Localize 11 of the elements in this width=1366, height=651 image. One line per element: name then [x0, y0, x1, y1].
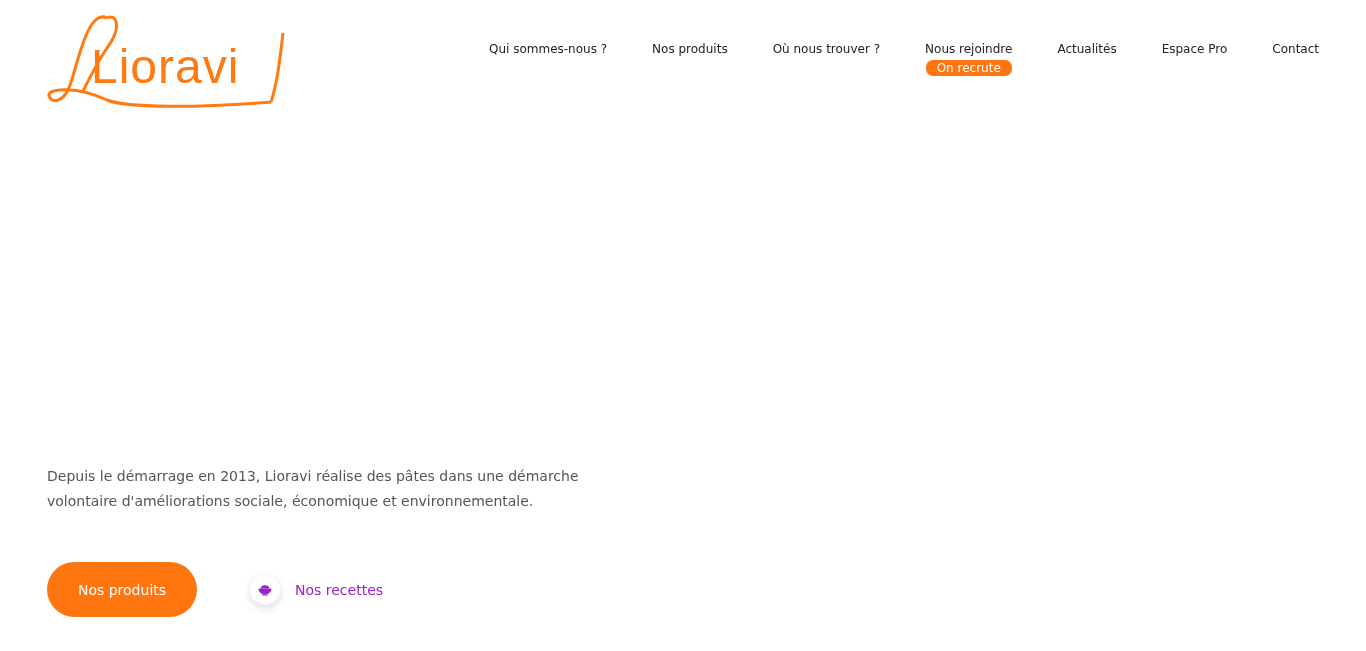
recipes-link[interactable]: Nos recettes — [250, 574, 384, 605]
logo-text: Lioravi — [91, 42, 240, 92]
nav-link[interactable]: Nos produits — [652, 41, 728, 57]
nav-link[interactable]: Contact — [1272, 41, 1319, 57]
nav-link[interactable]: Nous rejoindre — [925, 41, 1013, 57]
recruiting-badge: On recrute — [925, 60, 1012, 76]
intro-paragraph: Depuis le démarrage en 2013, Lioravi réalise des pâtes dans une démarche volontaire d'améliorations sociale, économique et environnementale. — [47, 467, 580, 511]
nav-link[interactable]: Où nous trouver ? — [772, 41, 881, 57]
nav-link[interactable]: Actualités — [1057, 41, 1117, 57]
nav-link[interactable]: Espace Pro — [1161, 41, 1228, 57]
nav-link[interactable]: Qui sommes-nous ? — [489, 41, 608, 57]
